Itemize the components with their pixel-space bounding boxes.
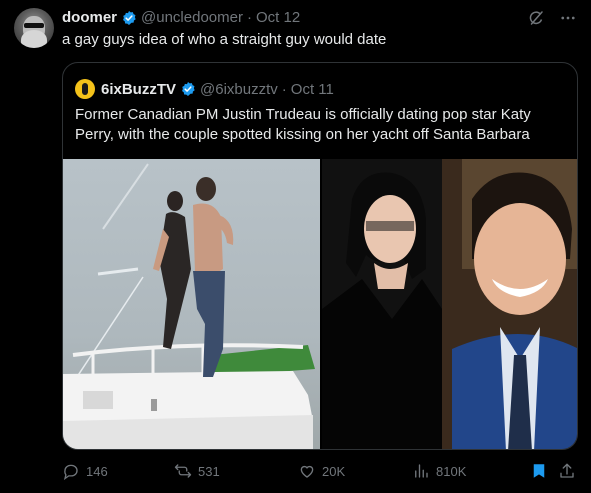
quoted-post[interactable]: 6ixBuzzTV @6ixbuzztv · Oct 11 Former Can… (62, 62, 578, 450)
author-handle[interactable]: @uncledoomer (141, 9, 243, 26)
like-count: 20K (322, 463, 346, 479)
verified-badge-icon (182, 82, 195, 96)
author-name[interactable]: doomer (62, 9, 117, 26)
verified-badge-icon (123, 10, 136, 25)
repost-icon (174, 464, 192, 478)
repost-button[interactable]: 531 (174, 462, 220, 480)
like-button[interactable]: 20K (298, 462, 345, 480)
grok-icon[interactable] (527, 9, 545, 27)
post-top-actions (527, 9, 577, 27)
separator-dot: · (281, 80, 287, 98)
separator-dot: · (246, 9, 252, 26)
quoted-header: 6ixBuzzTV @6ixbuzztv · Oct 11 (75, 79, 334, 99)
portrait-photo[interactable] (322, 159, 577, 449)
view-count: 810K (436, 463, 467, 479)
quoted-media[interactable] (63, 159, 577, 449)
post-header: doomer @uncledoomer · Oct 12 (62, 9, 300, 26)
repost-count: 531 (198, 463, 220, 479)
quoted-date[interactable]: Oct 11 (291, 81, 334, 98)
quoted-author-name[interactable]: 6ixBuzzTV (101, 81, 176, 98)
post-text: a gay guys idea of who a straight guy wo… (62, 31, 387, 48)
yacht-photo-scene (63, 163, 315, 449)
views-icon (415, 464, 428, 478)
reply-button[interactable]: 146 (62, 462, 108, 480)
share-button[interactable] (558, 462, 576, 480)
reply-icon (63, 464, 78, 480)
quoted-handle[interactable]: @6ixbuzztv (200, 81, 278, 98)
like-icon (300, 465, 314, 478)
more-icon[interactable] (559, 9, 577, 27)
share-icon (560, 463, 574, 478)
post-actions: 146 531 20K 810K (62, 456, 582, 486)
bookmark-button[interactable] (530, 462, 548, 480)
post-avatar[interactable] (14, 8, 54, 48)
views-button[interactable]: 810K (412, 462, 466, 480)
bookmark-icon (533, 464, 545, 478)
quoted-text: Former Canadian PM Justin Trudeau is off… (75, 106, 531, 143)
portrait-photo-scene (322, 159, 577, 449)
post-date[interactable]: Oct 12 (256, 9, 300, 26)
yacht-photo[interactable] (63, 159, 320, 449)
reply-count: 146 (86, 463, 108, 479)
quoted-avatar[interactable] (75, 79, 95, 99)
